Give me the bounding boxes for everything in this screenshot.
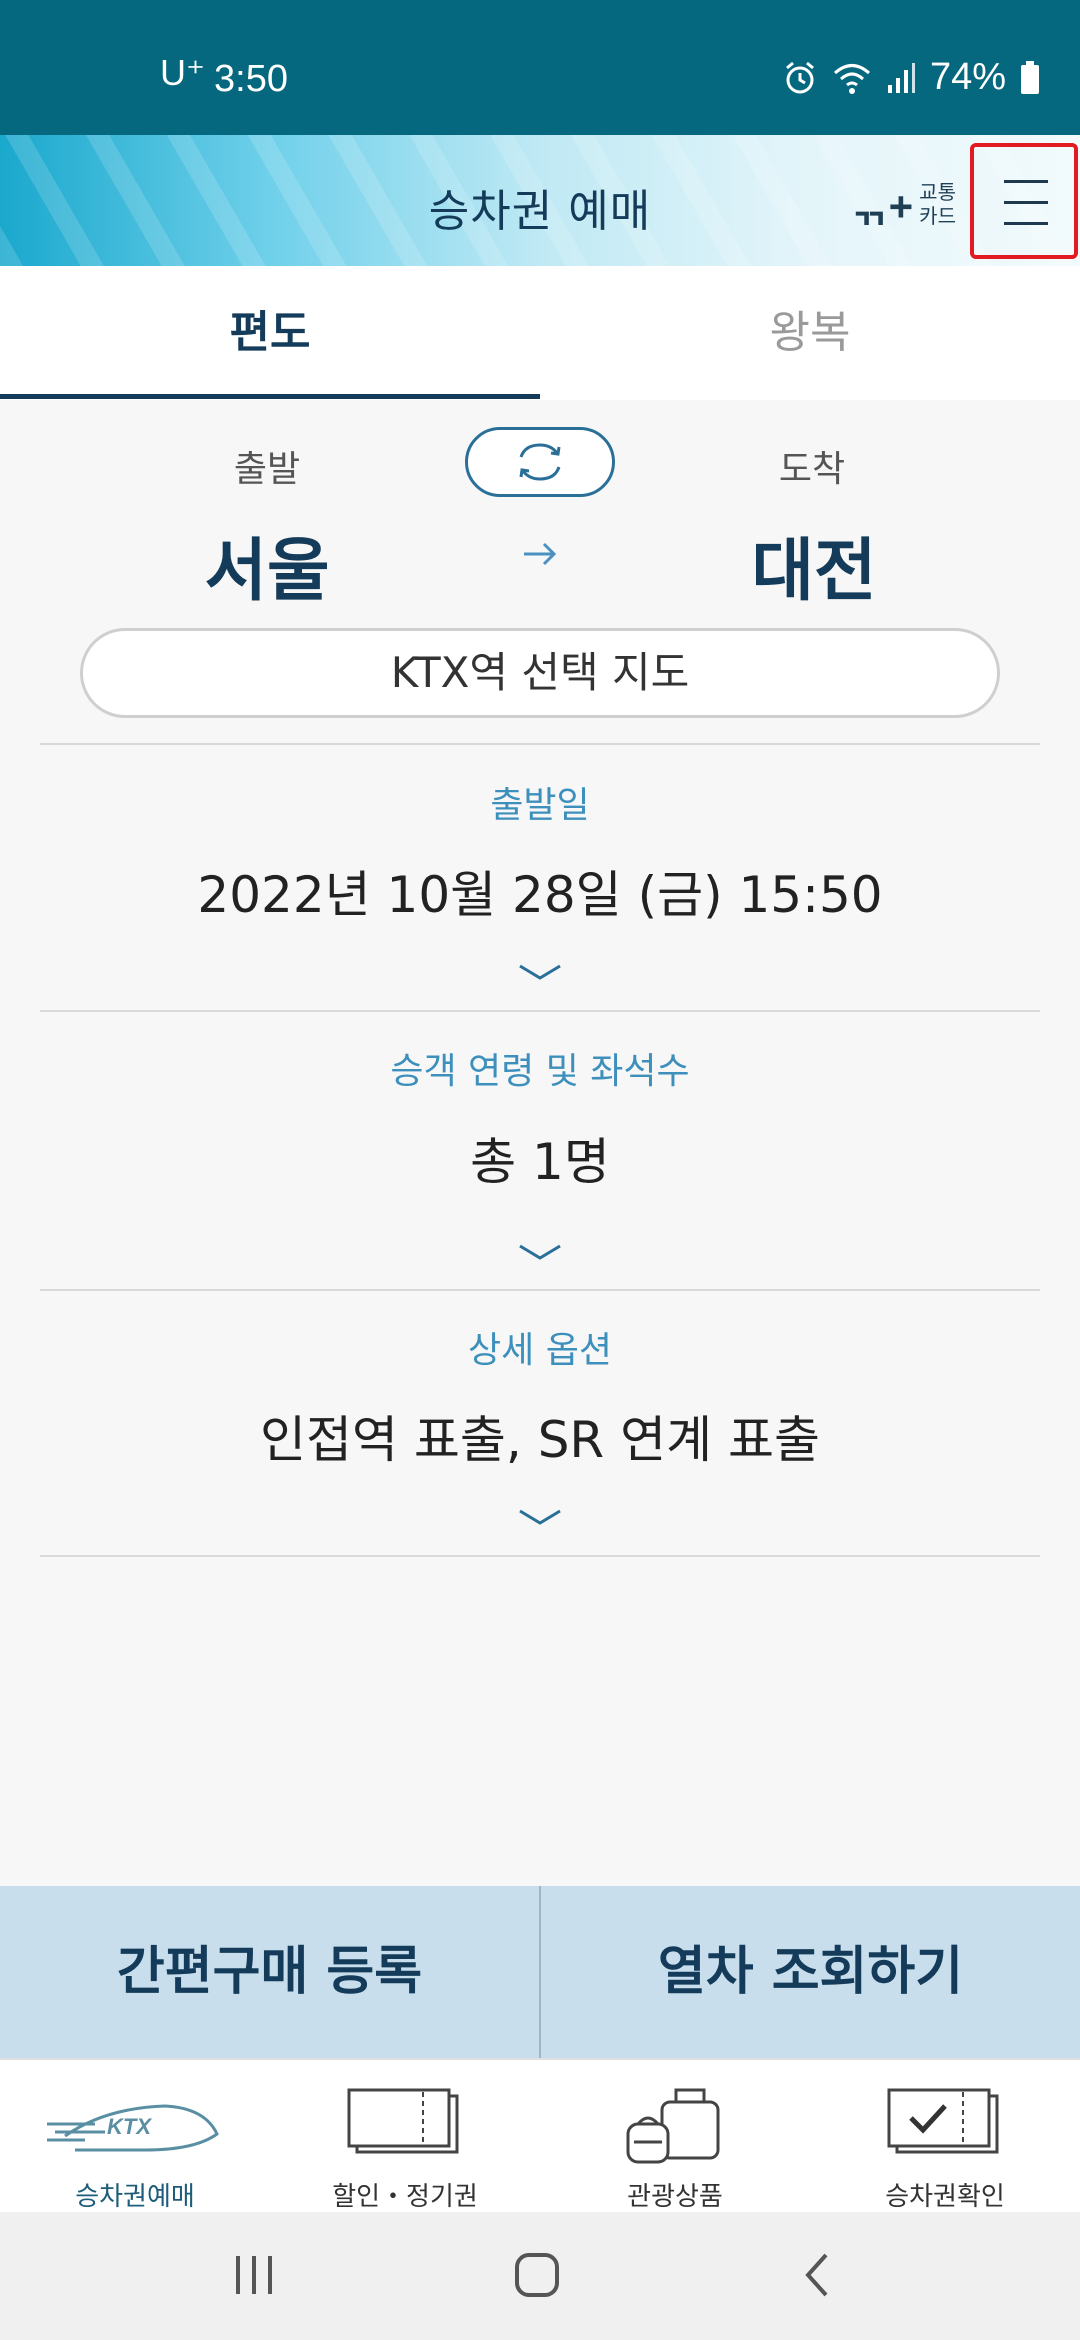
battery-percent: 74% bbox=[929, 56, 1006, 98]
hamburger-menu-button[interactable] bbox=[970, 143, 1078, 259]
ktx-station-map-button[interactable]: KTX역 선택 지도 bbox=[80, 628, 1000, 718]
departure-station[interactable]: 서울 bbox=[117, 515, 417, 614]
departure-date-label: 출발일 bbox=[490, 785, 590, 826]
menu-line-icon bbox=[1004, 201, 1048, 204]
status-bar: U⁺ 3:50 74% bbox=[0, 0, 1080, 135]
system-navigation-bar bbox=[0, 2212, 1080, 2340]
quick-purchase-register-button[interactable]: 간편구매 등록 bbox=[0, 1886, 539, 2058]
ticket-check-icon bbox=[887, 2088, 999, 2154]
tab-one-way[interactable]: 편도 bbox=[0, 266, 540, 400]
passengers-value: 총 1명 bbox=[470, 1133, 610, 1191]
search-trains-button[interactable]: 열차 조회하기 bbox=[541, 1886, 1080, 2058]
app-header: 승차권 예매 ᆩ+ 교통 카드 bbox=[0, 135, 1080, 266]
departure-label: 출발 bbox=[233, 449, 301, 490]
nav-label: 관광상품 bbox=[627, 2182, 723, 2212]
swap-icon bbox=[519, 443, 561, 481]
arrival-station[interactable]: 대전 bbox=[664, 515, 964, 614]
battery-icon bbox=[1020, 60, 1040, 95]
bottom-navigation: KTX 승차권예매 할인・정기권 관광상품 승차권확인 bbox=[0, 2058, 1080, 2212]
transit-card-button[interactable]: ᆩ+ 교통 카드 bbox=[850, 173, 956, 234]
menu-line-icon bbox=[1004, 222, 1048, 225]
arrival-label: 도착 bbox=[778, 449, 846, 490]
divider bbox=[40, 1555, 1040, 1557]
detail-options-value: 인접역 표출, SR 연계 표출 bbox=[260, 1411, 820, 1469]
action-bar: 간편구매 등록 열차 조회하기 bbox=[0, 1886, 1080, 2058]
status-icons: 74% bbox=[782, 56, 1040, 99]
ktx-train-icon: KTX bbox=[47, 2104, 219, 2152]
nav-item-discount-pass[interactable]: 할인・정기권 bbox=[270, 2060, 540, 2214]
nav-label: 할인・정기권 bbox=[332, 2182, 478, 2212]
signal-icon bbox=[886, 61, 916, 95]
chevron-down-icon bbox=[519, 1244, 561, 1260]
divider bbox=[40, 1010, 1040, 1012]
home-icon[interactable] bbox=[512, 2250, 562, 2300]
transit-card-logo-icon: ᆩ+ bbox=[850, 183, 914, 230]
departure-date-value: 2022년 10월 28일 (금) 15:50 bbox=[197, 866, 883, 924]
ticket-icon bbox=[347, 2088, 459, 2154]
detail-options-label: 상세 옵션 bbox=[468, 1330, 612, 1371]
swap-stations-button[interactable] bbox=[465, 427, 615, 497]
recent-apps-icon[interactable] bbox=[232, 2250, 276, 2300]
alarm-icon bbox=[782, 60, 818, 96]
luggage-icon bbox=[626, 2088, 720, 2164]
trip-type-tabs: 편도 왕복 bbox=[0, 266, 1080, 400]
back-icon[interactable] bbox=[800, 2250, 834, 2300]
svg-text:KTX: KTX bbox=[107, 2114, 152, 2139]
nav-label: 승차권확인 bbox=[885, 2182, 1005, 2212]
arrow-right-icon bbox=[522, 536, 558, 576]
chevron-down-icon bbox=[519, 964, 561, 980]
nav-item-ticket-check[interactable]: 승차권확인 bbox=[810, 2060, 1080, 2214]
nav-item-tour-products[interactable]: 관광상품 bbox=[540, 2060, 810, 2214]
tab-round-trip[interactable]: 왕복 bbox=[540, 266, 1080, 400]
nav-item-ticket-reservation[interactable]: KTX 승차권예매 bbox=[0, 2060, 270, 2214]
carrier-label: U⁺ bbox=[160, 52, 205, 93]
nav-label: 승차권예매 bbox=[75, 2182, 195, 2212]
passengers-label: 승객 연령 및 좌석수 bbox=[390, 1051, 690, 1092]
wifi-icon bbox=[832, 60, 872, 96]
active-tab-indicator bbox=[0, 394, 540, 399]
chevron-down-icon bbox=[519, 1509, 561, 1525]
transit-card-label: 교통 카드 bbox=[919, 179, 956, 228]
status-time: 3:50 bbox=[214, 58, 288, 100]
divider bbox=[40, 1289, 1040, 1291]
menu-line-icon bbox=[1004, 180, 1048, 183]
divider bbox=[40, 743, 1040, 745]
